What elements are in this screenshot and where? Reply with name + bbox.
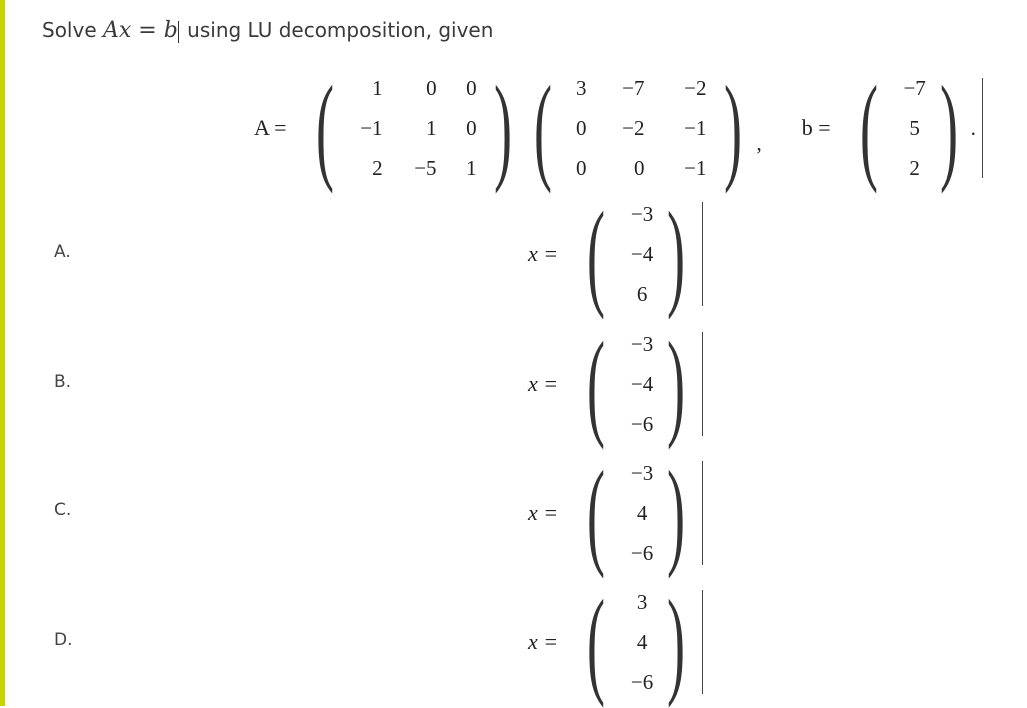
x-cell: −3 [630,201,654,226]
right-paren: ) [939,61,958,194]
vector-b: −7 5 2 [889,68,929,188]
text-cursor [702,332,704,436]
l-cell: 0 [426,75,437,100]
right-paren: ) [723,61,742,194]
b-cell: −7 [903,75,926,100]
x-cell: −3 [630,331,654,356]
separator: , [756,130,762,155]
question-equation: Ax = b [103,18,178,43]
left-paren: ( [587,187,606,320]
vector-x: 3 4 −6 [616,582,656,702]
terminator: . [970,115,976,140]
x-cell: −3 [630,460,654,485]
option-equation: x = ( −3 −4 6 ) [528,187,704,320]
left-paren: ( [587,317,606,450]
b-cell: 5 [909,115,920,140]
b-cell: 2 [909,155,920,180]
accent-bar [0,0,5,706]
given-equation: A = ( 1 0 0 −1 1 0 2 −5 1 ) ( 3 −7 −2 0 … [254,68,983,188]
option-equation: x = ( −3 4 −6 ) [528,446,704,579]
x-cell: −6 [630,540,654,565]
u-cell: 0 [634,155,645,180]
x-label: x = [528,241,559,266]
x-cell: −4 [630,371,654,396]
b-label: b = [801,115,831,140]
left-paren: ( [533,61,552,194]
option-label[interactable]: A. [54,242,71,262]
matrix-u: 3 −7 −2 0 −2 −1 0 0 −1 [563,68,713,188]
question-suffix: using LU decomposition, given [180,18,494,42]
option-equation: x = ( −3 −4 −6 ) [528,317,704,450]
l-cell: −5 [414,155,437,180]
x-label: x = [528,629,559,654]
l-cell: 0 [466,75,477,100]
l-cell: −1 [360,115,383,140]
text-cursor [702,590,704,694]
left-paren: ( [315,61,334,194]
x-cell: 4 [636,500,648,525]
right-paren: ) [667,187,686,320]
option-label[interactable]: C. [54,500,71,520]
u-cell: −7 [622,75,645,100]
text-cursor [177,20,179,43]
text-cursor [702,202,704,306]
question-prefix: Solve [42,18,103,42]
l-cell: 1 [466,155,477,180]
x-cell: −6 [630,411,654,436]
vector-x: −3 −4 −6 [616,324,656,444]
question-text: Solve Ax = b using LU decomposition, giv… [42,18,493,43]
option-label[interactable]: D. [54,630,73,650]
x-cell: −6 [630,669,654,694]
left-paren: ( [587,575,606,708]
x-cell: 6 [636,281,648,306]
option-equation: x = ( 3 4 −6 ) [528,575,704,708]
u-cell: 0 [576,115,587,140]
a-label: A = [254,115,287,140]
x-label: x = [528,371,559,396]
u-cell: 0 [576,155,587,180]
x-cell: 3 [636,589,648,614]
option-label[interactable]: B. [54,372,71,392]
l-cell: 2 [372,155,383,180]
l-cell: 1 [426,115,437,140]
u-cell: −1 [684,115,707,140]
left-paren: ( [587,446,606,579]
vector-x: −3 −4 6 [616,194,656,314]
l-cell: 1 [372,75,383,100]
vector-x: −3 4 −6 [616,453,656,573]
right-paren: ) [667,317,686,450]
matrix-l: 1 0 0 −1 1 0 2 −5 1 [345,68,483,188]
right-paren: ) [493,61,512,194]
text-cursor [981,78,983,178]
right-paren: ) [667,575,686,708]
l-cell: 0 [466,115,477,140]
u-cell: 3 [576,75,587,100]
u-cell: −2 [684,75,707,100]
x-cell: 4 [636,629,648,654]
u-cell: −1 [684,155,707,180]
left-paren: ( [859,61,878,194]
text-cursor [702,461,704,565]
right-paren: ) [667,446,686,579]
u-cell: −2 [622,115,645,140]
x-label: x = [528,500,559,525]
x-cell: −4 [630,241,654,266]
